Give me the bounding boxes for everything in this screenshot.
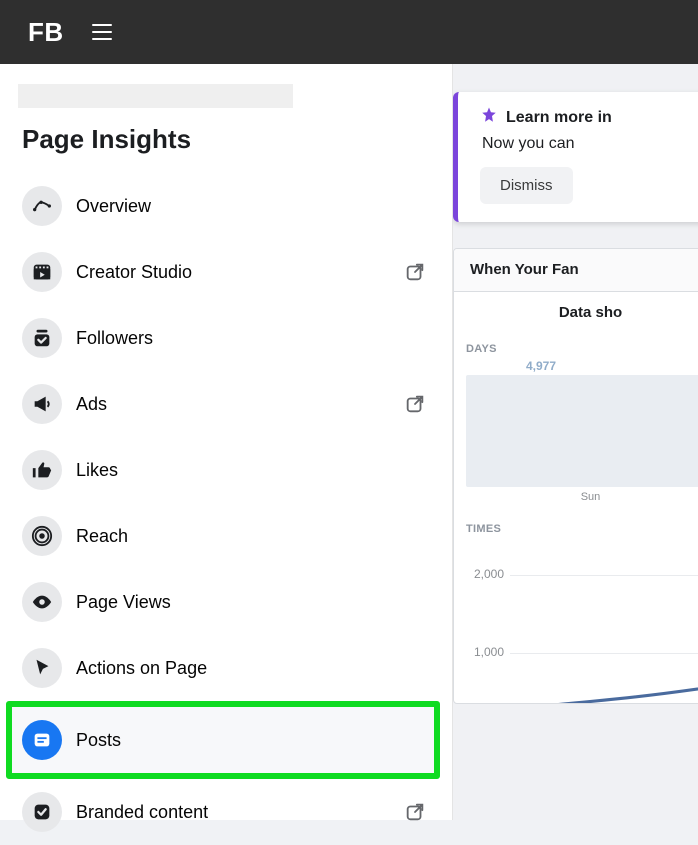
sidebar-item-posts[interactable]: Posts: [6, 701, 440, 779]
nav-list: Overview Creator Studio Followers: [0, 173, 452, 845]
nav-label: Branded content: [76, 802, 404, 823]
times-line-chart: 2,000 1,000: [454, 539, 698, 703]
days-bar-chart: 4,977 Sun: [454, 359, 698, 513]
nav-label: Reach: [76, 526, 430, 547]
fb-logo[interactable]: FB: [28, 17, 64, 48]
dismiss-button[interactable]: Dismiss: [480, 167, 573, 204]
days-section-label: DAYS: [454, 333, 698, 359]
check-collection-icon: [22, 318, 62, 358]
promo-card: Learn more in Now you can Dismiss: [453, 92, 698, 222]
bar-category: Sun: [581, 491, 601, 503]
megaphone-icon: [22, 384, 62, 424]
clapperboard-icon: [22, 252, 62, 292]
badge-check-icon: [22, 792, 62, 832]
sidebar-item-overview[interactable]: Overview: [0, 173, 452, 239]
chart-subtitle: Data sho: [454, 292, 698, 333]
sidebar-item-likes[interactable]: Likes: [0, 437, 452, 503]
page-name-placeholder: [18, 84, 293, 108]
top-bar: FB: [0, 0, 698, 64]
nav-label: Likes: [76, 460, 430, 481]
chart-card: When Your Fan Data sho DAYS 4,977 Sun TI…: [453, 248, 698, 704]
sidebar-item-followers[interactable]: Followers: [0, 305, 452, 371]
sidebar-item-page-views[interactable]: Page Views: [0, 569, 452, 635]
sidebar-item-reach[interactable]: Reach: [0, 503, 452, 569]
times-section-label: TIMES: [454, 513, 698, 539]
sidebar-item-actions-on-page[interactable]: Actions on Page: [0, 635, 452, 701]
chart-line-icon: [22, 186, 62, 226]
post-icon: [22, 720, 62, 760]
y-tick: 2,000: [454, 567, 504, 581]
nav-label: Overview: [76, 196, 430, 217]
nav-label: Posts: [76, 730, 424, 751]
sidebar-item-branded-content[interactable]: Branded content: [0, 779, 452, 845]
bar-value-label: 4,977: [466, 359, 698, 373]
star-icon: [480, 106, 498, 129]
nav-label: Page Views: [76, 592, 430, 613]
thumbs-up-icon: [22, 450, 62, 490]
cursor-icon: [22, 648, 62, 688]
sidebar-item-ads[interactable]: Ads: [0, 371, 452, 437]
external-link-icon: [404, 261, 426, 283]
nav-label: Actions on Page: [76, 658, 430, 679]
nav-label: Ads: [76, 394, 404, 415]
external-link-icon: [404, 393, 426, 415]
sidebar: Page Insights Overview Creator Studio: [0, 64, 452, 820]
promo-title: Learn more in: [506, 109, 612, 127]
nav-label: Creator Studio: [76, 262, 404, 283]
sidebar-item-creator-studio[interactable]: Creator Studio: [0, 239, 452, 305]
y-tick: 1,000: [454, 645, 504, 659]
eye-icon: [22, 582, 62, 622]
chart-tab[interactable]: When Your Fan: [454, 249, 698, 292]
line-path: [510, 553, 698, 704]
promo-subtitle: Now you can: [480, 135, 698, 153]
nav-label: Followers: [76, 328, 430, 349]
chart-tab-label: When Your Fan: [470, 261, 579, 278]
right-panel: Learn more in Now you can Dismiss When Y…: [452, 64, 698, 820]
page-title: Page Insights: [0, 124, 452, 173]
bar-area: [466, 375, 698, 487]
hamburger-icon[interactable]: [92, 24, 112, 40]
broadcast-icon: [22, 516, 62, 556]
